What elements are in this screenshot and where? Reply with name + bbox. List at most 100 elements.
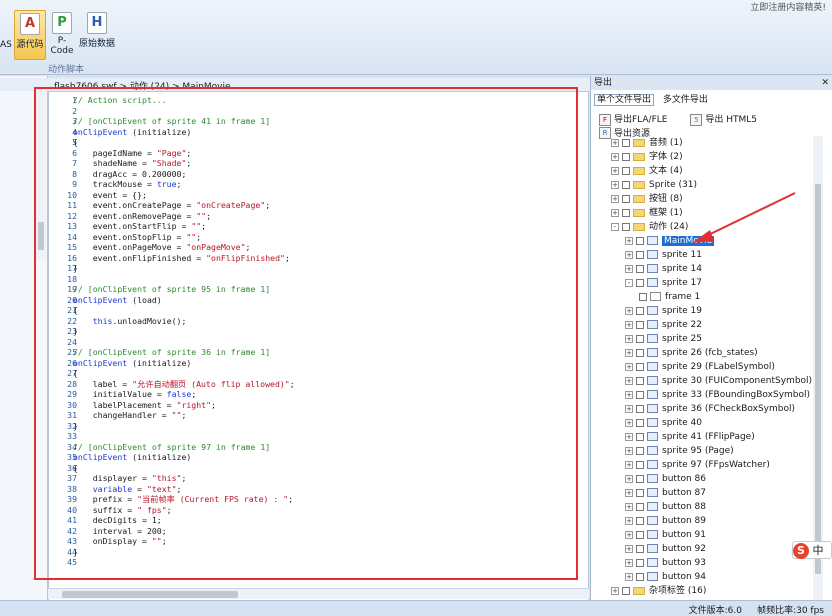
tree-item[interactable]: + button 93 — [625, 556, 706, 570]
tree-item[interactable]: + button 91 — [625, 528, 706, 542]
tree-item[interactable]: + sprite 25 — [625, 332, 702, 346]
tree-checkbox[interactable] — [636, 418, 644, 427]
tree-checkbox[interactable] — [639, 292, 647, 301]
collapse-icon[interactable]: - — [625, 278, 633, 287]
code-text[interactable]: // Action script... // [onClipEvent of sp… — [73, 95, 295, 568]
tree-checkbox[interactable] — [622, 138, 630, 147]
tree-checkbox[interactable] — [636, 460, 644, 469]
tree-item[interactable]: + sprite 41 (FFlipPage) — [625, 430, 755, 444]
tree-checkbox[interactable] — [622, 208, 630, 217]
tree-checkbox[interactable] — [636, 278, 644, 287]
expand-icon[interactable]: + — [611, 166, 619, 175]
expand-icon[interactable]: + — [625, 306, 633, 315]
tree-checkbox[interactable] — [636, 558, 644, 567]
expand-icon[interactable]: + — [625, 376, 633, 385]
tree-checkbox[interactable] — [636, 502, 644, 511]
tree-item[interactable]: + sprite 40 — [625, 416, 702, 430]
tree-checkbox[interactable] — [636, 236, 644, 245]
expand-icon[interactable]: + — [625, 446, 633, 455]
tree-checkbox[interactable] — [636, 390, 644, 399]
expand-icon[interactable]: + — [625, 236, 633, 245]
tree-checkbox[interactable] — [636, 404, 644, 413]
expand-icon[interactable]: + — [611, 208, 619, 217]
pcode-button[interactable]: P P-Code — [47, 10, 77, 60]
tree-item[interactable]: + button 86 — [625, 472, 706, 486]
tree-checkbox[interactable] — [622, 586, 630, 595]
tree-checkbox[interactable] — [636, 544, 644, 553]
tree-checkbox[interactable] — [636, 474, 644, 483]
expand-icon[interactable]: + — [625, 264, 633, 273]
expand-icon[interactable]: + — [625, 320, 633, 329]
expand-icon[interactable]: + — [625, 530, 633, 539]
tree-item[interactable]: + sprite 30 (FUIComponentSymbol) — [625, 374, 812, 388]
tree-item[interactable]: + button 89 — [625, 514, 706, 528]
expand-icon[interactable]: + — [625, 390, 633, 399]
expand-icon[interactable]: + — [625, 572, 633, 581]
expand-icon[interactable]: + — [625, 474, 633, 483]
expand-icon[interactable]: + — [625, 362, 633, 371]
tree-checkbox[interactable] — [636, 572, 644, 581]
code-editor[interactable]: 1 2 3 4 5 6 7 8 9 10 11 12 13 14 15 16 17 18 19 20 21 22 23 24 2… — [48, 91, 589, 601]
tree-item[interactable]: + 字体 (2) — [611, 150, 683, 164]
tree-checkbox[interactable] — [622, 166, 630, 175]
export-html5-button[interactable]: 5 导出 HTML5 — [690, 112, 767, 126]
tree-checkbox[interactable] — [636, 348, 644, 357]
ime-indicator[interactable]: S 中 — [792, 541, 832, 559]
tree-item[interactable]: + sprite 29 (FLabelSymbol) — [625, 360, 775, 374]
tree-item[interactable]: + sprite 95 (Page) — [625, 444, 734, 458]
tree-item[interactable]: + 文本 (4) — [611, 164, 683, 178]
tree-vertical-scrollbar[interactable] — [813, 136, 823, 600]
expand-icon[interactable]: + — [611, 180, 619, 189]
tree-checkbox[interactable] — [636, 446, 644, 455]
expand-icon[interactable]: + — [625, 516, 633, 525]
tree-checkbox[interactable] — [622, 152, 630, 161]
tree-checkbox[interactable] — [636, 432, 644, 441]
tree-checkbox[interactable] — [636, 264, 644, 273]
tree-checkbox[interactable] — [636, 334, 644, 343]
tree-checkbox[interactable] — [636, 516, 644, 525]
raw-data-button[interactable]: H 原始数据 — [78, 10, 116, 60]
tree-item[interactable]: + sprite 36 (FCheckBoxSymbol) — [625, 402, 795, 416]
expand-icon[interactable]: + — [611, 152, 619, 161]
tree-item[interactable]: + button 94 — [625, 570, 706, 584]
tree-checkbox[interactable] — [636, 362, 644, 371]
close-icon[interactable]: ✕ — [821, 76, 829, 90]
tree-item[interactable]: + 杂项标签 (16) — [611, 584, 706, 598]
scroll-thumb[interactable] — [62, 591, 238, 598]
tree-checkbox[interactable] — [636, 250, 644, 259]
tree-checkbox[interactable] — [622, 194, 630, 203]
tree-item[interactable]: + button 87 — [625, 486, 706, 500]
tree-checkbox[interactable] — [636, 530, 644, 539]
expand-icon[interactable]: + — [625, 488, 633, 497]
expand-icon[interactable]: + — [625, 544, 633, 553]
left-vertical-scrollbar[interactable] — [36, 90, 46, 260]
expand-icon[interactable]: + — [625, 348, 633, 357]
tab-multi-file-export[interactable]: 多文件导出 — [663, 95, 708, 105]
tree-item[interactable]: frame 1 — [639, 290, 700, 304]
tree-item[interactable]: + 音频 (1) — [611, 136, 683, 150]
expand-icon[interactable]: + — [611, 138, 619, 147]
expand-icon[interactable]: + — [625, 404, 633, 413]
tree-item[interactable]: - sprite 17 — [625, 276, 702, 290]
tree-item[interactable]: + sprite 33 (FBoundingBoxSymbol) — [625, 388, 810, 402]
scroll-thumb[interactable] — [38, 222, 44, 250]
tree-item[interactable]: + button 88 — [625, 500, 706, 514]
tree-item[interactable]: + sprite 97 (FFpsWatcher) — [625, 458, 770, 472]
tree-checkbox[interactable] — [636, 488, 644, 497]
tree-checkbox[interactable] — [622, 180, 630, 189]
expand-icon[interactable]: + — [625, 460, 633, 469]
tab-single-file-export[interactable]: 单个文件导出 — [594, 94, 655, 106]
scroll-thumb[interactable] — [815, 184, 821, 574]
expand-icon[interactable]: + — [625, 334, 633, 343]
tree-checkbox[interactable] — [622, 222, 630, 231]
expand-icon[interactable]: + — [625, 502, 633, 511]
tree-item[interactable]: + sprite 19 — [625, 304, 702, 318]
expand-icon[interactable]: + — [625, 558, 633, 567]
tree-item[interactable]: + sprite 14 — [625, 262, 702, 276]
tree-item[interactable]: + sprite 22 — [625, 318, 702, 332]
tree-checkbox[interactable] — [636, 376, 644, 385]
tree-checkbox[interactable] — [636, 320, 644, 329]
collapse-icon[interactable]: - — [611, 222, 619, 231]
editor-horizontal-scrollbar[interactable] — [48, 588, 589, 599]
expand-icon[interactable]: + — [625, 250, 633, 259]
